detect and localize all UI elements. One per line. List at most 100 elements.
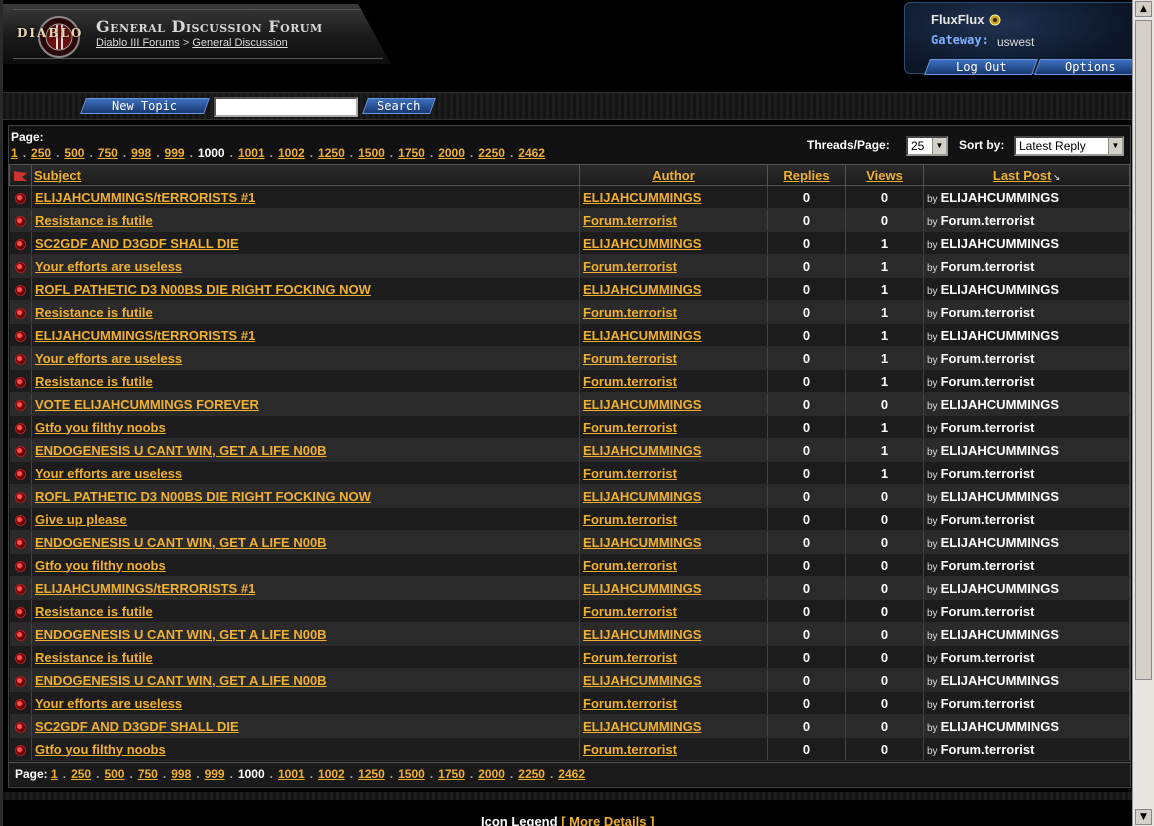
page-link[interactable]: 1750 <box>398 146 425 160</box>
last-post-cell[interactable]: by Forum.terrorist <box>923 691 1130 715</box>
page-link[interactable]: 1001 <box>278 767 305 781</box>
last-post-cell[interactable]: by ELIJAHCUMMINGS <box>923 231 1130 255</box>
page-link[interactable]: 2250 <box>518 767 545 781</box>
page-link[interactable]: 998 <box>171 767 191 781</box>
page-link[interactable]: 1 <box>11 146 18 160</box>
thread-subject-link[interactable]: ELIJAHCUMMINGS/tERRORISTS #1 <box>35 581 255 596</box>
author-column-header[interactable]: Author <box>579 164 768 186</box>
thread-author-link[interactable]: ELIJAHCUMMINGS <box>583 535 701 550</box>
last-post-cell[interactable]: by ELIJAHCUMMINGS <box>923 576 1130 600</box>
thread-subject-link[interactable]: Resistance is futile <box>35 374 153 389</box>
last-post-cell[interactable]: by Forum.terrorist <box>923 737 1130 761</box>
thread-subject-link[interactable]: ROFL PATHETIC D3 N00BS DIE RIGHT FOCKING… <box>35 489 371 504</box>
page-link[interactable]: 1001 <box>238 146 265 160</box>
thread-author-link[interactable]: ELIJAHCUMMINGS <box>583 190 701 205</box>
thread-author-link[interactable]: Forum.terrorist <box>583 558 677 573</box>
page-link[interactable]: 2000 <box>438 146 465 160</box>
thread-subject-link[interactable]: ENDOGENESIS U CANT WIN, GET A LIFE N00B <box>35 673 327 688</box>
page-link[interactable]: 250 <box>31 146 51 160</box>
thread-subject-link[interactable]: Resistance is futile <box>35 604 153 619</box>
thread-subject-link[interactable]: ENDOGENESIS U CANT WIN, GET A LIFE N00B <box>35 535 327 550</box>
thread-subject-link[interactable]: Gtfo you filthy noobs <box>35 420 166 435</box>
thread-subject-link[interactable]: VOTE ELIJAHCUMMINGS FOREVER <box>35 397 259 412</box>
thread-author-link[interactable]: ELIJAHCUMMINGS <box>583 627 701 642</box>
thread-author-link[interactable]: Forum.terrorist <box>583 604 677 619</box>
thread-author-link[interactable]: Forum.terrorist <box>583 466 677 481</box>
last-post-cell[interactable]: by Forum.terrorist <box>923 461 1130 485</box>
thread-author-link[interactable]: Forum.terrorist <box>583 420 677 435</box>
thread-author-link[interactable]: Forum.terrorist <box>583 650 677 665</box>
page-link[interactable]: 1750 <box>438 767 465 781</box>
thread-subject-link[interactable]: Your efforts are useless <box>35 259 182 274</box>
thread-subject-link[interactable]: ROFL PATHETIC D3 N00BS DIE RIGHT FOCKING… <box>35 282 371 297</box>
thread-subject-link[interactable]: Resistance is futile <box>35 305 153 320</box>
last-post-cell[interactable]: by ELIJAHCUMMINGS <box>923 392 1130 416</box>
last-post-cell[interactable]: by ELIJAHCUMMINGS <box>923 484 1130 508</box>
last-post-cell[interactable]: by Forum.terrorist <box>923 254 1130 278</box>
breadcrumb-current-link[interactable]: General Discussion <box>192 37 287 49</box>
last-post-cell[interactable]: by Forum.terrorist <box>923 553 1130 577</box>
thread-author-link[interactable]: Forum.terrorist <box>583 696 677 711</box>
thread-author-link[interactable]: ELIJAHCUMMINGS <box>583 328 701 343</box>
thread-subject-link[interactable]: SC2GDF AND D3GDF SHALL DIE <box>35 719 239 734</box>
thread-subject-link[interactable]: Your efforts are useless <box>35 696 182 711</box>
subject-column-header[interactable]: Subject <box>31 164 580 186</box>
last-post-cell[interactable]: by ELIJAHCUMMINGS <box>923 714 1130 738</box>
replies-column-header[interactable]: Replies <box>767 164 846 186</box>
last-post-cell[interactable]: by ELIJAHCUMMINGS <box>923 185 1130 209</box>
page-link[interactable]: 1002 <box>318 767 345 781</box>
thread-subject-link[interactable]: ENDOGENESIS U CANT WIN, GET A LIFE N00B <box>35 627 327 642</box>
thread-author-link[interactable]: ELIJAHCUMMINGS <box>583 443 701 458</box>
scrollbar-thumb[interactable] <box>1135 20 1152 680</box>
thread-author-link[interactable]: ELIJAHCUMMINGS <box>583 397 701 412</box>
last-post-cell[interactable]: by Forum.terrorist <box>923 599 1130 623</box>
last-post-column-header[interactable]: Last Post ↘ <box>923 164 1130 186</box>
thread-subject-link[interactable]: Your efforts are useless <box>35 466 182 481</box>
views-column-header[interactable]: Views <box>845 164 924 186</box>
search-input[interactable] <box>214 97 358 117</box>
new-topic-button[interactable]: New Topic <box>80 98 210 114</box>
vertical-scrollbar[interactable]: ▲ ▼ <box>1132 0 1154 826</box>
thread-subject-link[interactable]: Gtfo you filthy noobs <box>35 558 166 573</box>
thread-subject-link[interactable]: SC2GDF AND D3GDF SHALL DIE <box>35 236 239 251</box>
last-post-cell[interactable]: by ELIJAHCUMMINGS <box>923 323 1130 347</box>
last-post-cell[interactable]: by Forum.terrorist <box>923 300 1130 324</box>
last-post-cell[interactable]: by ELIJAHCUMMINGS <box>923 622 1130 646</box>
page-link[interactable]: 1002 <box>278 146 305 160</box>
thread-author-link[interactable]: ELIJAHCUMMINGS <box>583 489 701 504</box>
thread-subject-link[interactable]: Gtfo you filthy noobs <box>35 742 166 757</box>
thread-author-link[interactable]: ELIJAHCUMMINGS <box>583 719 701 734</box>
chevron-down-icon[interactable]: ▼ <box>932 138 946 154</box>
thread-author-link[interactable]: ELIJAHCUMMINGS <box>583 673 701 688</box>
page-link[interactable]: 999 <box>205 767 225 781</box>
threads-per-page-select[interactable]: 25 ▼ <box>906 136 948 156</box>
chevron-down-icon[interactable]: ▼ <box>1108 138 1122 154</box>
thread-author-link[interactable]: ELIJAHCUMMINGS <box>583 236 701 251</box>
thread-author-link[interactable]: Forum.terrorist <box>583 351 677 366</box>
thread-author-link[interactable]: Forum.terrorist <box>583 305 677 320</box>
page-link[interactable]: 500 <box>64 146 84 160</box>
thread-subject-link[interactable]: Give up please <box>35 512 127 527</box>
last-post-cell[interactable]: by Forum.terrorist <box>923 346 1130 370</box>
thread-author-link[interactable]: Forum.terrorist <box>583 259 677 274</box>
more-details-link[interactable]: More Details <box>569 814 646 826</box>
thread-author-link[interactable]: Forum.terrorist <box>583 512 677 527</box>
page-link[interactable]: 2462 <box>558 767 585 781</box>
thread-subject-link[interactable]: ELIJAHCUMMINGS/tERRORISTS #1 <box>35 190 255 205</box>
sort-by-select[interactable]: Latest Reply ▼ <box>1014 136 1124 156</box>
page-link[interactable]: 2000 <box>478 767 505 781</box>
search-button[interactable]: Search <box>362 98 436 114</box>
page-link[interactable]: 750 <box>98 146 118 160</box>
thread-subject-link[interactable]: Resistance is futile <box>35 650 153 665</box>
last-post-cell[interactable]: by Forum.terrorist <box>923 369 1130 393</box>
page-link[interactable]: 2250 <box>478 146 505 160</box>
thread-author-link[interactable]: ELIJAHCUMMINGS <box>583 581 701 596</box>
last-post-cell[interactable]: by Forum.terrorist <box>923 645 1130 669</box>
thread-subject-link[interactable]: ENDOGENESIS U CANT WIN, GET A LIFE N00B <box>35 443 327 458</box>
scroll-down-icon[interactable]: ▼ <box>1135 809 1152 825</box>
thread-author-link[interactable]: ELIJAHCUMMINGS <box>583 282 701 297</box>
last-post-cell[interactable]: by ELIJAHCUMMINGS <box>923 438 1130 462</box>
page-link[interactable]: 1500 <box>358 146 385 160</box>
options-button[interactable]: Options <box>1034 59 1132 75</box>
breadcrumb-parent-link[interactable]: Diablo III Forums <box>96 37 180 49</box>
